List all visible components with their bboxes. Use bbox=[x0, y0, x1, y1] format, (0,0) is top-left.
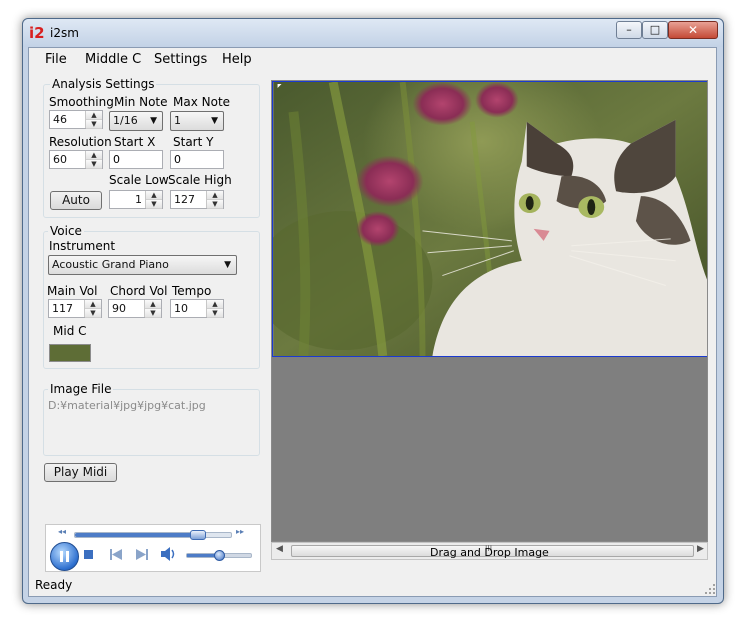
stop-icon[interactable] bbox=[84, 550, 94, 560]
spin-up-icon[interactable]: ▲ bbox=[145, 300, 161, 309]
resize-grip-icon[interactable] bbox=[705, 584, 716, 595]
status-text: Ready bbox=[35, 578, 73, 592]
main-vol-label: Main Vol bbox=[47, 284, 98, 298]
next-icon[interactable] bbox=[136, 549, 148, 560]
instrument-select[interactable]: Acoustic Grand Piano ▼ bbox=[48, 255, 237, 275]
volume-slider[interactable] bbox=[186, 550, 252, 561]
menu-bar: File Middle C Settings Help bbox=[29, 48, 716, 72]
smoothing-value: 46 bbox=[53, 113, 67, 126]
auto-button[interactable]: Auto bbox=[50, 191, 102, 210]
menu-settings[interactable]: Settings bbox=[154, 52, 207, 67]
title-bar[interactable]: i2 i2sm – □ ✕ bbox=[23, 19, 723, 47]
spin-down-icon[interactable]: ▼ bbox=[85, 309, 101, 318]
image-file-path: D:¥material¥jpg¥jpg¥cat.jpg bbox=[48, 399, 206, 412]
tempo-label: Tempo bbox=[172, 284, 212, 298]
scale-high-value: 127 bbox=[174, 193, 195, 206]
app-logo: i2 bbox=[29, 24, 45, 42]
max-note-select[interactable]: 1 ▼ bbox=[170, 111, 224, 131]
chevron-down-icon: ▼ bbox=[150, 116, 157, 126]
spin-up-icon[interactable]: ▲ bbox=[86, 151, 102, 160]
volume-thumb[interactable] bbox=[214, 550, 225, 561]
spin-up-icon[interactable]: ▲ bbox=[86, 111, 102, 120]
maximize-icon: □ bbox=[649, 23, 661, 36]
spin-down-icon[interactable]: ▼ bbox=[146, 200, 162, 209]
client-area: File Middle C Settings Help Analysis Set… bbox=[28, 47, 717, 597]
chord-vol-spinner[interactable]: 90 ▲ ▼ bbox=[108, 299, 162, 318]
image-drop-area[interactable] bbox=[271, 80, 708, 542]
start-y-input[interactable]: 0 bbox=[170, 150, 224, 169]
spin-down-icon[interactable]: ▼ bbox=[207, 200, 223, 209]
play-midi-button[interactable]: Play Midi bbox=[44, 463, 117, 482]
loaded-image bbox=[272, 81, 707, 357]
close-button[interactable]: ✕ bbox=[668, 21, 718, 39]
spin-up-icon[interactable]: ▲ bbox=[207, 191, 223, 200]
rewind-icon[interactable]: ◂◂ bbox=[58, 527, 66, 536]
scale-low-spinner[interactable]: 1 ▲ ▼ bbox=[109, 190, 163, 209]
menu-help[interactable]: Help bbox=[222, 52, 252, 67]
volume-icon[interactable] bbox=[161, 547, 177, 561]
app-window: i2 i2sm – □ ✕ File Middle C Settings Hel… bbox=[22, 18, 724, 604]
smoothing-label: Smoothing bbox=[49, 95, 114, 109]
chevron-down-icon: ▼ bbox=[224, 260, 231, 270]
resolution-label: Resolution bbox=[49, 135, 112, 149]
seek-thumb[interactable] bbox=[189, 530, 206, 540]
forward-icon[interactable]: ▸▸ bbox=[236, 527, 244, 536]
pause-button[interactable] bbox=[50, 542, 79, 571]
close-icon: ✕ bbox=[687, 23, 699, 37]
spin-up-icon[interactable]: ▲ bbox=[85, 300, 101, 309]
min-note-label: Min Note bbox=[114, 95, 168, 109]
instrument-value: Acoustic Grand Piano bbox=[52, 258, 169, 271]
maximize-button[interactable]: □ bbox=[642, 21, 668, 39]
tempo-spinner[interactable]: 10 ▲ ▼ bbox=[170, 299, 224, 318]
spin-down-icon[interactable]: ▼ bbox=[86, 120, 102, 129]
max-note-label: Max Note bbox=[173, 95, 231, 109]
minimize-button[interactable]: – bbox=[616, 21, 642, 39]
analysis-settings-label: Analysis Settings bbox=[50, 77, 157, 91]
min-note-value: 1/16 bbox=[113, 114, 138, 127]
instrument-label: Instrument bbox=[49, 239, 116, 253]
minimize-icon: – bbox=[626, 23, 632, 36]
media-player: ◂◂ ▸▸ bbox=[45, 524, 261, 572]
mid-c-color-swatch[interactable] bbox=[49, 344, 91, 362]
spin-down-icon[interactable]: ▼ bbox=[145, 309, 161, 318]
smoothing-spinner[interactable]: 46 ▲ ▼ bbox=[49, 110, 103, 129]
start-x-label: Start X bbox=[114, 135, 156, 149]
tempo-value: 10 bbox=[174, 302, 188, 315]
menu-middle-c[interactable]: Middle C bbox=[85, 52, 141, 67]
scale-high-label: Scale High bbox=[168, 173, 232, 187]
max-note-value: 1 bbox=[174, 114, 181, 127]
resolution-value: 60 bbox=[53, 153, 67, 166]
voice-label: Voice bbox=[48, 224, 84, 238]
chord-vol-value: 90 bbox=[112, 302, 126, 315]
seek-bar[interactable] bbox=[74, 530, 232, 540]
window-title: i2sm bbox=[50, 26, 79, 40]
scale-low-value: 1 bbox=[135, 193, 142, 206]
spin-down-icon[interactable]: ▼ bbox=[86, 160, 102, 169]
scroll-left-icon[interactable]: ◀ bbox=[276, 544, 283, 554]
start-y-label: Start Y bbox=[173, 135, 214, 149]
chevron-down-icon: ▼ bbox=[211, 116, 218, 126]
chord-vol-label: Chord Vol bbox=[110, 284, 168, 298]
menu-file[interactable]: File bbox=[45, 52, 67, 67]
start-x-input[interactable]: 0 bbox=[109, 150, 163, 169]
pause-icon bbox=[60, 551, 69, 562]
scale-high-spinner[interactable]: 127 ▲ ▼ bbox=[170, 190, 224, 209]
previous-icon[interactable] bbox=[110, 549, 122, 560]
scale-low-label: Scale Low bbox=[109, 173, 169, 187]
seek-progress bbox=[75, 533, 197, 537]
main-vol-value: 117 bbox=[52, 302, 73, 315]
spin-down-icon[interactable]: ▼ bbox=[207, 309, 223, 318]
drag-drop-label: Drag and Drop Image bbox=[430, 546, 549, 559]
spin-up-icon[interactable]: ▲ bbox=[207, 300, 223, 309]
mid-c-label: Mid C bbox=[53, 324, 87, 338]
scroll-right-icon[interactable]: ▶ bbox=[697, 544, 704, 554]
spin-up-icon[interactable]: ▲ bbox=[146, 191, 162, 200]
min-note-select[interactable]: 1/16 ▼ bbox=[109, 111, 163, 131]
resolution-spinner[interactable]: 60 ▲ ▼ bbox=[49, 150, 103, 169]
main-vol-spinner[interactable]: 117 ▲ ▼ bbox=[48, 299, 102, 318]
image-file-label: Image File bbox=[48, 382, 114, 396]
